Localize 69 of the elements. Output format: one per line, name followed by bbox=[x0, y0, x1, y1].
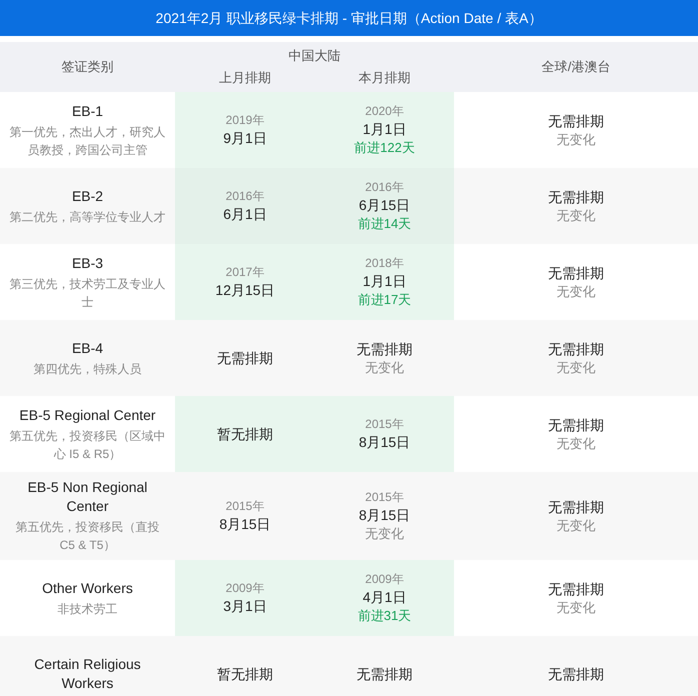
date-value: 8月15日 bbox=[358, 433, 410, 452]
date-value: 1月1日 bbox=[362, 120, 406, 139]
date-value: 无需排期 bbox=[548, 112, 604, 130]
date-value: 4月1日 bbox=[362, 588, 406, 607]
date-value: 无需排期 bbox=[548, 188, 604, 206]
date-value: 无需排期 bbox=[548, 580, 604, 598]
date-value: 12月15日 bbox=[215, 281, 275, 300]
year-label: 2020年 bbox=[365, 103, 404, 120]
date-value: 无需排期 bbox=[548, 340, 604, 358]
change-note: 前进14天 bbox=[358, 215, 412, 233]
date-value: 无需排期 bbox=[548, 498, 604, 516]
change-note: 无变化 bbox=[556, 516, 596, 534]
date-value: 9月1日 bbox=[223, 129, 267, 148]
date-value: 暂无排期 bbox=[217, 664, 273, 684]
date-value: 无需排期 bbox=[356, 664, 412, 684]
column-header: 签证类别 bbox=[62, 58, 114, 76]
date-value: 6月1日 bbox=[223, 205, 267, 224]
date-value: 8月15日 bbox=[219, 515, 271, 534]
visa-description: 非技术劳工 bbox=[58, 600, 118, 618]
visa-description: 第四优先，特殊人员 bbox=[34, 360, 142, 378]
year-label: 2016年 bbox=[365, 179, 404, 196]
visa-name: EB-2 bbox=[72, 186, 104, 206]
year-label: 2009年 bbox=[226, 580, 264, 597]
visa-name: EB-1 bbox=[72, 102, 104, 120]
date-value: 3月1日 bbox=[223, 597, 267, 616]
change-note: 前进122天 bbox=[354, 139, 415, 157]
visa-description: 第二优先，高等学位专业人才 bbox=[10, 208, 166, 226]
change-note: 无变化 bbox=[556, 130, 596, 148]
year-label: 2019年 bbox=[226, 112, 264, 129]
change-note: 无变化 bbox=[556, 206, 596, 224]
column-header: 全球/港澳台 bbox=[542, 58, 610, 76]
date-value: 无需排期 bbox=[217, 348, 273, 368]
visa-name: EB-4 bbox=[72, 338, 104, 358]
date-value: 1月1日 bbox=[362, 272, 406, 291]
year-label: 2015年 bbox=[226, 498, 264, 515]
year-label: 2015年 bbox=[365, 489, 404, 506]
visa-description: 第一优先，杰出人才，研究人员教授，跨国公司主管 bbox=[8, 124, 166, 158]
change-note: 前进17天 bbox=[358, 291, 412, 309]
visa-name: Certain Religious Workers bbox=[33, 655, 142, 693]
change-note: 无变化 bbox=[556, 358, 596, 376]
visa-description: 第五优先，投资移民（区域中心 I5 & R5） bbox=[8, 428, 166, 462]
date-value: 无需排期 bbox=[548, 264, 604, 282]
date-value: 暂无排期 bbox=[217, 424, 273, 444]
visa-name: Other Workers bbox=[42, 578, 133, 598]
date-value: 无需排期 bbox=[548, 664, 604, 684]
year-label: 2017年 bbox=[226, 264, 264, 281]
visa-name: EB-5 Regional Center bbox=[19, 406, 156, 424]
table-title: 2021年2月 职业移民绿卡排期 - 审批日期（Action Date / 表A） bbox=[0, 0, 698, 36]
visa-description: 第五优先，投资移民（直投 C5 & T5） bbox=[14, 519, 160, 554]
date-value: 无需排期 bbox=[356, 340, 412, 358]
change-note: 无变化 bbox=[556, 434, 596, 452]
visa-name: EB-5 Non Regional Center bbox=[26, 478, 148, 516]
change-note: 无变化 bbox=[365, 525, 404, 543]
column-group-header: 中国大陆 bbox=[288, 47, 340, 65]
visa-name: EB-3 bbox=[72, 254, 104, 272]
year-label: 2016年 bbox=[226, 188, 264, 205]
visa-description: 第三优先，技术劳工及专业人士 bbox=[8, 276, 166, 310]
column-header: 上月排期 bbox=[218, 69, 272, 87]
date-value: 6月15日 bbox=[358, 196, 410, 215]
date-value: 8月15日 bbox=[358, 506, 410, 525]
year-label: 2018年 bbox=[365, 255, 404, 272]
change-note: 无变化 bbox=[365, 358, 404, 376]
year-label: 2015年 bbox=[365, 416, 404, 433]
change-note: 无变化 bbox=[556, 282, 596, 300]
change-note: 前进31天 bbox=[358, 607, 412, 625]
column-header: 本月排期 bbox=[358, 69, 412, 87]
change-note: 无变化 bbox=[556, 598, 596, 616]
year-label: 2009年 bbox=[365, 571, 404, 588]
date-value: 无需排期 bbox=[548, 416, 604, 434]
